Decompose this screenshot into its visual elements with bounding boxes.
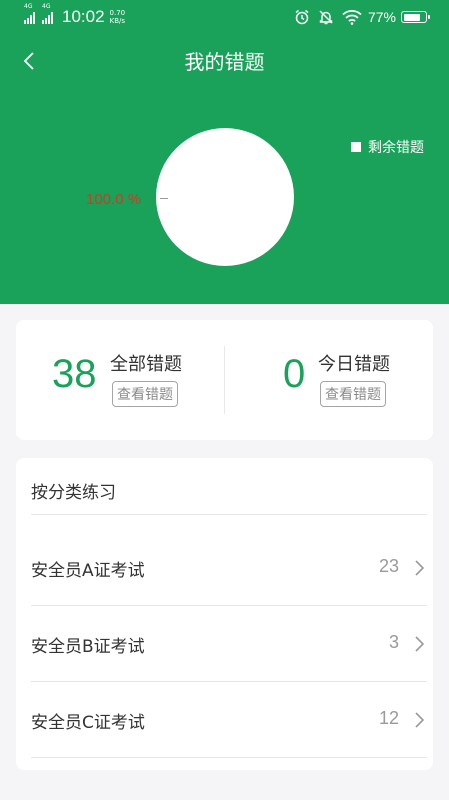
page-title: 我的错题: [184, 50, 265, 74]
category-row[interactable]: 安全员C证考试 12: [16, 682, 433, 758]
chevron-right-icon: [415, 560, 425, 576]
legend-label: 剩余错题: [368, 140, 424, 156]
today-wrong-label: 今日错题: [318, 354, 390, 375]
chevron-right-icon: [415, 636, 425, 652]
chevron-right-icon: [415, 712, 425, 728]
total-wrong-count: 38: [52, 352, 97, 396]
divider: [31, 757, 427, 758]
battery-icon: [401, 11, 430, 23]
category-count: 12: [378, 708, 399, 728]
pie-slice-label: 100.0 %: [86, 191, 142, 208]
view-today-wrong-button[interactable]: 查看错题: [320, 381, 386, 407]
battery-percent: 77%: [367, 9, 396, 25]
clock: 10:02: [62, 7, 105, 26]
category-row[interactable]: 安全员A证考试 23: [16, 530, 433, 606]
alarm-icon: [294, 9, 310, 25]
signal-icon: 4G: [42, 4, 54, 24]
signal-icon: 4G: [24, 4, 36, 24]
network-type-label: 4G: [24, 3, 33, 10]
stats-card: 38 全部错题 查看错题 0 今日错题 查看错题: [16, 320, 433, 440]
total-wrong-label: 全部错题: [110, 354, 182, 375]
view-all-wrong-button[interactable]: 查看错题: [112, 381, 178, 407]
category-row[interactable]: 安全员B证考试 3: [16, 606, 433, 682]
today-wrong-count: 0: [283, 352, 306, 396]
category-name: 安全员A证考试: [31, 561, 145, 581]
network-type-label: 4G: [42, 3, 51, 10]
status-bar: 4G 4G 10:02 0.70 KB/s 77%: [0, 0, 449, 34]
stat-today: 0 今日错题 查看错题: [225, 320, 433, 440]
legend-swatch: [351, 142, 361, 152]
stat-total: 38 全部错题 查看错题: [16, 320, 224, 440]
divider: [31, 514, 427, 515]
category-count: 23: [378, 556, 399, 576]
wifi-icon: [342, 9, 362, 25]
bell-muted-icon: [318, 9, 334, 25]
category-card: 按分类练习 安全员A证考试 23 安全员B证考试 3 安全员C证考试 12: [16, 458, 433, 770]
pie-label-leader-line: [160, 198, 168, 199]
pie-slice: [156, 128, 294, 266]
category-count: 3: [388, 632, 399, 652]
network-speed: 0.70 KB/s: [110, 9, 126, 25]
category-name: 安全员C证考试: [31, 713, 145, 733]
chart-legend: 剩余错题: [351, 137, 424, 157]
category-section-title: 按分类练习: [31, 483, 116, 503]
speed-unit: KB/s: [109, 17, 126, 25]
speed-value: 0.70: [109, 9, 126, 17]
category-name: 安全员B证考试: [31, 637, 145, 657]
header: 4G 4G 10:02 0.70 KB/s 77% 我的错题 剩余错题 100.…: [0, 0, 449, 304]
